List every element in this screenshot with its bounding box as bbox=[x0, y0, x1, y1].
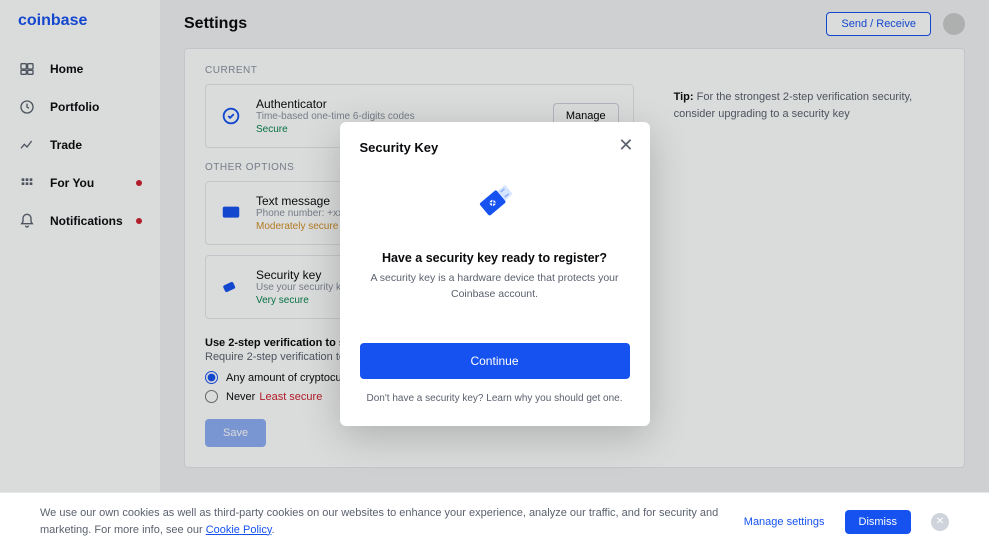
modal-overlay[interactable]: ✕ Security Key Have a security key ready… bbox=[0, 0, 989, 550]
modal-subtext: A security key is a hardware device that… bbox=[360, 271, 630, 303]
close-cookie-icon[interactable]: ✕ bbox=[931, 513, 949, 531]
modal-heading: Have a security key ready to register? bbox=[360, 251, 630, 265]
usb-key-icon bbox=[360, 173, 630, 229]
continue-button[interactable]: Continue bbox=[360, 343, 630, 379]
manage-settings-button[interactable]: Manage settings bbox=[744, 516, 825, 528]
modal-footnote[interactable]: Don't have a security key? Learn why you… bbox=[360, 393, 630, 404]
security-key-modal: ✕ Security Key Have a security key ready… bbox=[340, 122, 650, 426]
close-icon[interactable]: ✕ bbox=[618, 136, 633, 154]
cookie-policy-link[interactable]: Cookie Policy bbox=[206, 524, 272, 536]
cookie-text: We use our own cookies as well as third-… bbox=[40, 505, 724, 538]
modal-title: Security Key bbox=[360, 140, 630, 155]
cookie-bar: We use our own cookies as well as third-… bbox=[0, 492, 989, 550]
dismiss-button[interactable]: Dismiss bbox=[845, 510, 912, 534]
